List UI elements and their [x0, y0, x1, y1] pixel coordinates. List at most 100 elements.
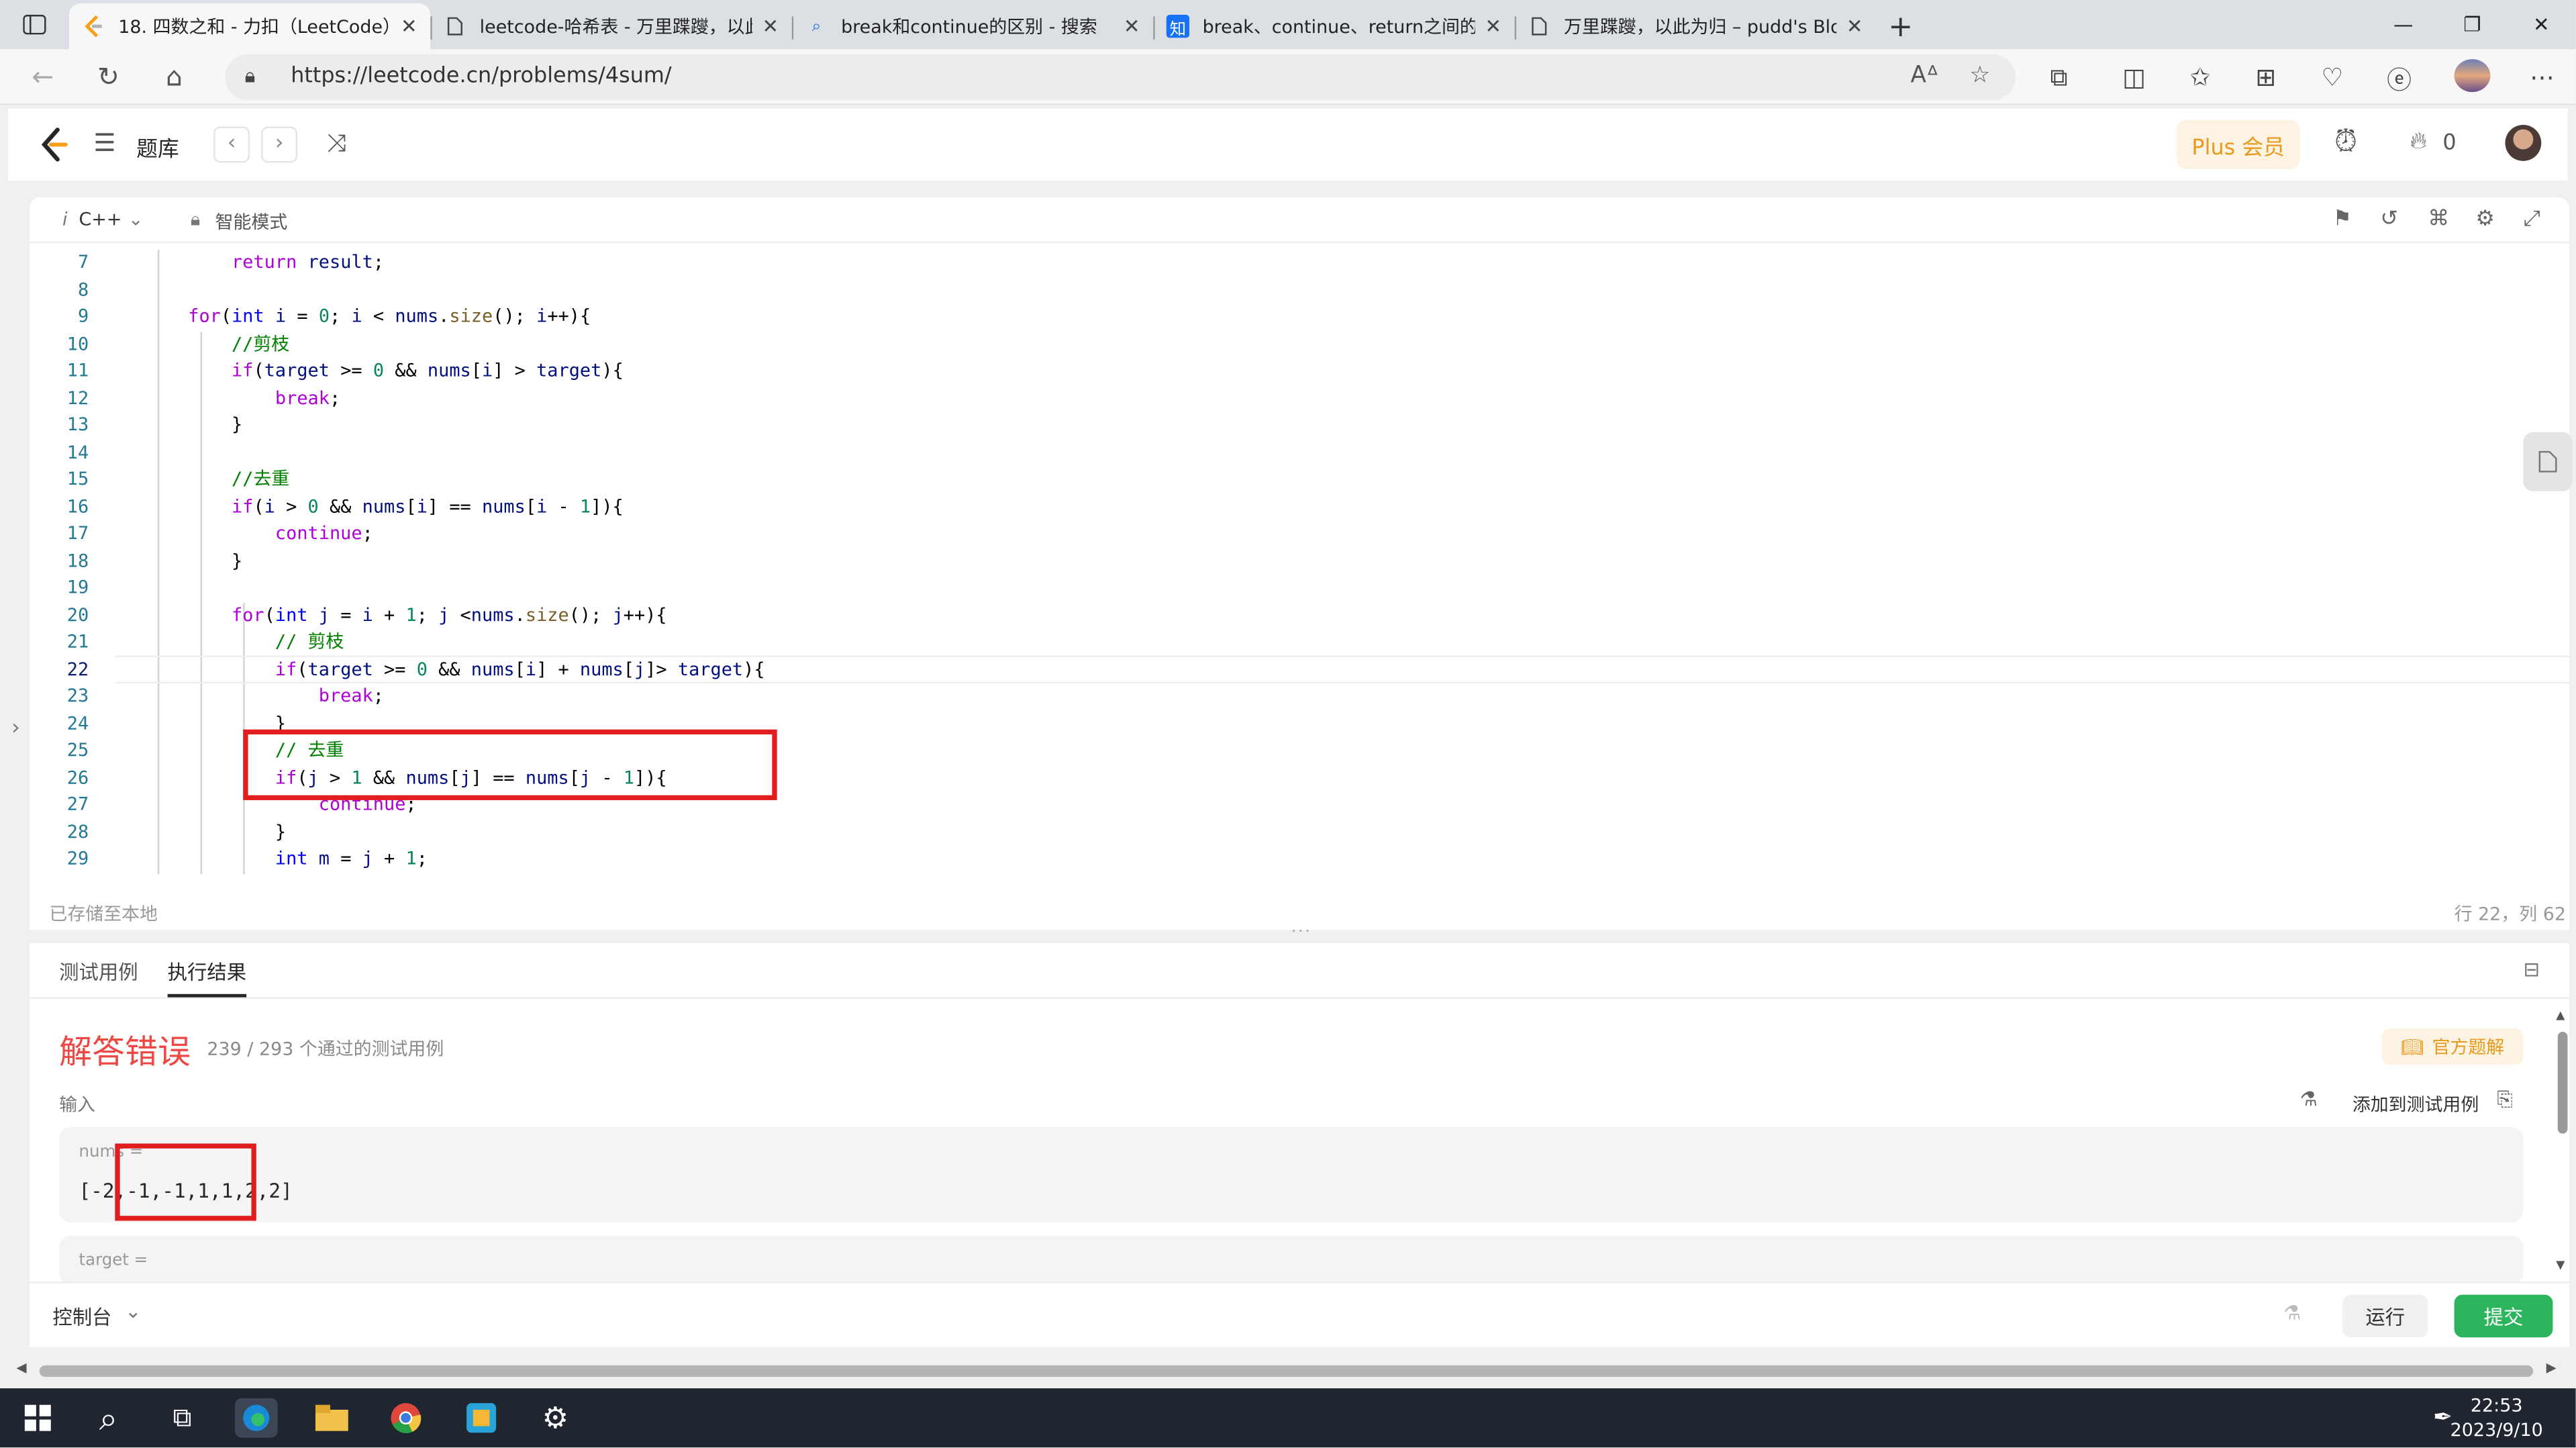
tab-testcase[interactable]: 测试用例 — [59, 958, 138, 986]
edge-browser-icon[interactable] — [234, 1398, 278, 1438]
edge-bar-icon[interactable]: ⓔ — [2387, 62, 2412, 97]
code-line: 8 — [77, 278, 89, 300]
windows-start-icon[interactable] — [16, 1398, 59, 1438]
settings-gear-icon[interactable]: ⚙ — [2475, 207, 2495, 232]
browser-tab-blog[interactable]: 万里蹀躞，以此为归 – pudd's Blog ✕ — [1514, 3, 1876, 50]
close-tab-icon[interactable]: ✕ — [401, 15, 417, 38]
more-menu-icon[interactable]: ⋯ — [2530, 62, 2555, 92]
panel-resize-handle[interactable]: ··· — [1291, 923, 1312, 941]
passed-count: 239 / 293 个通过的测试用例 — [207, 1038, 444, 1060]
expand-panel-icon[interactable]: › — [11, 716, 20, 741]
debug-icon[interactable]: ⚗ — [2283, 1301, 2301, 1324]
run-button[interactable]: 运行 — [2342, 1294, 2428, 1338]
browser-tab-search[interactable]: ⌕ break和continue的区别 - 搜索 ✕ — [791, 3, 1153, 50]
official-solution-button[interactable]: 📖︎ 官方题解 — [2381, 1028, 2524, 1065]
language-select[interactable]: C++ — [79, 209, 121, 230]
zhihu-icon: 知 — [1166, 15, 1189, 39]
results-tabs: 测试用例 执行结果 ⊟ — [30, 943, 2569, 1000]
tab-result[interactable]: 执行结果 — [167, 958, 247, 998]
smart-mode-label[interactable]: 智能模式 — [215, 209, 288, 235]
search-icon[interactable]: ⌕ — [87, 1398, 130, 1438]
problem-bank-link[interactable]: 题库 — [136, 132, 179, 163]
scroll-down-icon[interactable]: ▼ — [2556, 1259, 2565, 1272]
chevron-down-icon[interactable]: ⌄ — [128, 209, 144, 230]
side-notes-button[interactable] — [2523, 432, 2573, 491]
address-bar[interactable]: 🔒︎ https://leetcode.cn/problems/4sum/ Aᐞ… — [225, 54, 2016, 101]
collections-icon[interactable]: ⊞ — [2255, 62, 2276, 92]
fullscreen-icon[interactable]: ⤢ — [2523, 207, 2540, 232]
cursor-position: 行 22，列 62 — [2454, 904, 2566, 925]
close-window-icon[interactable]: ✕ — [2507, 0, 2576, 49]
file-explorer-icon[interactable] — [311, 1398, 354, 1438]
new-tab-button[interactable]: + — [1876, 3, 1925, 50]
close-tab-icon[interactable]: ✕ — [1124, 15, 1140, 38]
leetcode-logo[interactable] — [38, 126, 70, 162]
browser-tab-zhihu[interactable]: 知 break、continue、return之间的区别 ✕ — [1153, 3, 1514, 50]
add-to-testcase-link[interactable]: 添加到测试用例 — [2352, 1091, 2479, 1117]
chrome-icon[interactable] — [385, 1398, 428, 1438]
document-icon — [444, 15, 466, 38]
flame-icon[interactable]: 🔥︎ — [2410, 128, 2426, 154]
horizontal-scrollbar[interactable]: ◀ ▶ — [0, 1357, 2576, 1384]
browser-tab-leetcode[interactable]: 18. 四数之和 - 力扣（LeetCode） ✕ — [68, 3, 431, 50]
minimize-icon[interactable]: — — [2369, 0, 2438, 49]
back-icon[interactable]: ← — [26, 61, 59, 93]
restore-icon[interactable]: ❐ — [2438, 0, 2507, 49]
read-aloud-icon[interactable]: Aᐞ — [1910, 62, 1938, 89]
favorite-star-icon[interactable]: ☆ — [1970, 62, 1991, 89]
input-nums-box: nums = [-2,-1,-1,1,1,2,2] — [59, 1126, 2524, 1222]
code-line-current: 22 if(target >= 0 && nums[i] + nums[j]> … — [66, 658, 765, 680]
results-scrollbar[interactable]: ▲ ▼ — [2556, 1009, 2569, 1282]
alarm-clock-icon[interactable]: ⏰︎ — [2334, 125, 2357, 159]
scroll-right-icon[interactable]: ▶ — [2546, 1361, 2557, 1375]
task-view-icon[interactable]: ⧉ — [161, 1398, 204, 1438]
bookmark-icon[interactable]: ⚑ — [2332, 207, 2352, 232]
layout-icon[interactable]: ⊟ — [2523, 958, 2540, 981]
code-line: 29 int m = j + 1; — [66, 847, 428, 869]
input-label: 输入 — [59, 1094, 95, 1116]
prev-problem-button[interactable]: ‹ — [213, 126, 250, 163]
code-line: 11 if(target >= 0 && nums[i] > target){ — [66, 360, 624, 381]
info-icon: i — [62, 208, 68, 230]
plus-member-button[interactable]: Plus 会员 — [2176, 119, 2300, 170]
close-tab-icon[interactable]: ✕ — [762, 15, 779, 38]
problem-list-icon[interactable]: ☰ — [94, 128, 116, 158]
profile-avatar[interactable] — [2454, 59, 2491, 93]
leetcode-icon — [82, 15, 105, 38]
debug-icon[interactable]: ⚗ — [2300, 1088, 2318, 1110]
clock-time: 22:53 — [2470, 1394, 2523, 1416]
close-tab-icon[interactable]: ✕ — [1485, 15, 1501, 38]
code-line: 13 } — [66, 414, 243, 436]
reset-code-icon[interactable]: ↺ — [2380, 207, 2398, 232]
code-line: 16 if(i > 0 && nums[i] == nums[i - 1]){ — [66, 495, 624, 517]
close-tab-icon[interactable]: ✕ — [1846, 15, 1863, 38]
performance-icon[interactable]: ♡ — [2321, 62, 2343, 92]
user-avatar[interactable] — [2505, 125, 2542, 161]
code-line: 17 continue; — [66, 522, 373, 544]
chevron-down-icon[interactable]: ⌄ — [125, 1300, 142, 1322]
scroll-up-icon[interactable]: ▲ — [2556, 1009, 2565, 1022]
console-toggle[interactable]: 控制台 — [52, 1303, 111, 1331]
home-icon[interactable]: ⌂ — [158, 61, 191, 93]
scroll-left-icon[interactable]: ◀ — [16, 1361, 26, 1375]
refresh-icon[interactable]: ↻ — [92, 61, 125, 93]
next-problem-button[interactable]: › — [261, 126, 297, 163]
tab-actions-icon[interactable] — [0, 0, 69, 49]
code-line: 9 for(int i = 0; i < nums.size(); i++){ — [77, 305, 591, 328]
favorites-icon[interactable]: ✩ — [2190, 62, 2211, 92]
tab-title: break、continue、return之间的区别 — [1202, 16, 1475, 38]
submit-button[interactable]: 提交 — [2454, 1294, 2553, 1338]
shuffle-icon[interactable]: ⤨ — [327, 128, 346, 158]
shortcut-icon[interactable]: ⌘ — [2428, 207, 2449, 232]
browser-tab-strip: 18. 四数之和 - 力扣（LeetCode） ✕ leetcode-哈希表 -… — [0, 0, 2576, 50]
system-clock[interactable]: 22:53 2023/9/10 — [2450, 1393, 2543, 1442]
browser-tab-hashtable[interactable]: leetcode-哈希表 - 万里蹀躞，以此为归 ✕ — [430, 3, 791, 50]
code-line: 14 — [66, 441, 89, 463]
app-icon[interactable] — [460, 1398, 503, 1438]
settings-gear-icon[interactable]: ⚙ — [534, 1398, 577, 1438]
add-testcase-icon[interactable]: ⎘ — [2497, 1088, 2513, 1112]
code-line: 28 } — [66, 820, 287, 842]
editor-toolbar: i C++ ⌄ 🔒︎ 智能模式 ⚑ ↺ ⌘ ⚙ ⤢ — [30, 197, 2569, 244]
extensions-icon[interactable]: ⧉ — [2050, 62, 2067, 92]
split-screen-icon[interactable]: ◫ — [2122, 62, 2146, 92]
